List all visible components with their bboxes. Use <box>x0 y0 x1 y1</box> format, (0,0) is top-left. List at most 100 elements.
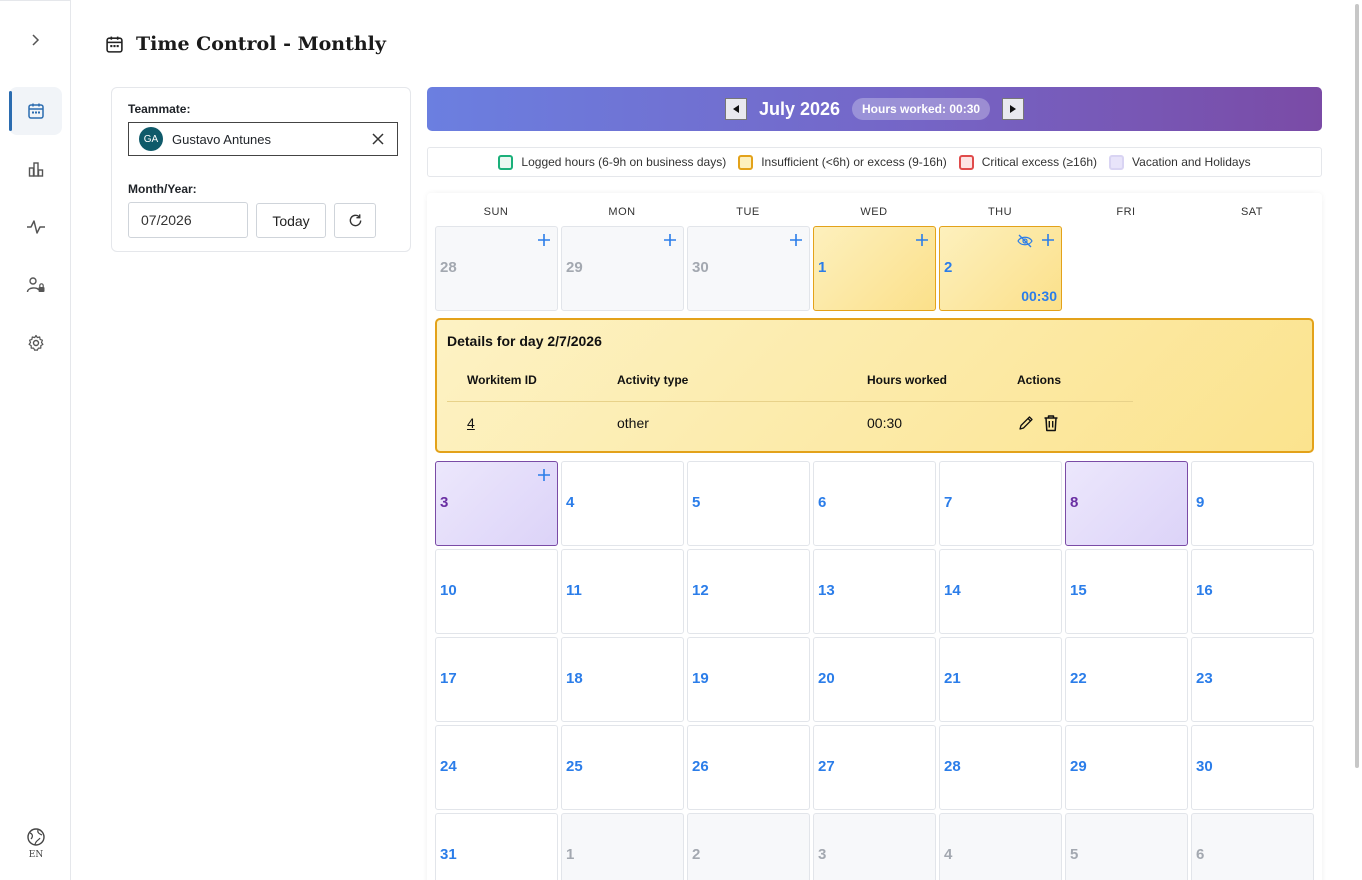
day-cell[interactable]: 9 <box>1191 461 1314 546</box>
close-icon[interactable] <box>371 132 385 146</box>
day-number: 15 <box>1070 582 1087 599</box>
refresh-button[interactable] <box>334 203 376 238</box>
day-cell[interactable]: 12 <box>687 549 810 634</box>
day-cell[interactable]: 23 <box>1191 637 1314 722</box>
month-year-input[interactable] <box>128 202 248 238</box>
day-cell[interactable]: 22 <box>1065 637 1188 722</box>
day-cell[interactable]: 28 <box>939 725 1062 810</box>
page-scrollbar[interactable] <box>1355 4 1359 768</box>
today-button[interactable]: Today <box>256 203 326 238</box>
plus-icon[interactable] <box>537 468 551 482</box>
legend-swatch <box>1109 154 1125 170</box>
day-number: 6 <box>818 494 827 511</box>
next-month-button[interactable] <box>1002 98 1025 120</box>
day-number: 5 <box>692 494 701 511</box>
plus-icon[interactable] <box>663 233 677 247</box>
day-cell[interactable]: 25 <box>561 725 684 810</box>
legend-item: Vacation and Holidays <box>1109 154 1251 170</box>
pencil-icon <box>1019 416 1033 430</box>
calendar-header: July 2026 Hours worked: 00:30 <box>427 87 1322 131</box>
day-cell[interactable]: 6 <box>1191 813 1314 880</box>
app-root: EN Time Control - Monthly Teammate: GA G… <box>0 0 1362 880</box>
day-cell[interactable]: 15 <box>1065 549 1188 634</box>
day-cell[interactable]: 30 <box>1191 725 1314 810</box>
day-cell[interactable]: 26 <box>687 725 810 810</box>
sidebar-toggle-button[interactable] <box>24 29 46 51</box>
sidebar-item-calendar[interactable] <box>9 87 62 135</box>
day-cell[interactable]: 31 <box>435 813 558 880</box>
day-cell[interactable]: 27 <box>813 725 936 810</box>
day-number: 4 <box>566 494 575 511</box>
day-cell[interactable]: 24 <box>435 725 558 810</box>
day-cell[interactable]: 20 <box>813 637 936 722</box>
day-number: 18 <box>566 670 583 687</box>
day-number: 27 <box>818 758 835 775</box>
page-title: Time Control - Monthly <box>136 33 386 55</box>
sidebar-item-activity[interactable] <box>9 203 62 251</box>
day-cell[interactable]: 30 <box>687 226 810 311</box>
day-number: 28 <box>944 758 961 775</box>
plus-icon[interactable] <box>1041 233 1055 247</box>
column-header-hours: Hours worked <box>867 373 948 387</box>
hours-worked-cell: 00:30 <box>867 415 903 431</box>
delete-button[interactable] <box>1042 413 1060 433</box>
workitem-link[interactable]: 4 <box>467 415 475 431</box>
day-cell[interactable]: 7 <box>939 461 1062 546</box>
sidebar-item-users[interactable] <box>9 261 62 309</box>
language-switcher[interactable]: EN <box>23 827 49 860</box>
sidebar-item-settings[interactable] <box>9 319 62 367</box>
day-number: 3 <box>818 846 827 863</box>
day-number: 17 <box>440 670 457 687</box>
teammate-select[interactable]: GA Gustavo Antunes <box>128 122 398 156</box>
day-number: 10 <box>440 582 457 599</box>
day-cell[interactable]: 28 <box>435 226 558 311</box>
day-cell[interactable]: 4 <box>561 461 684 546</box>
bar-chart-icon <box>28 162 43 177</box>
day-cell[interactable]: 5 <box>1065 813 1188 880</box>
day-cell[interactable]: 1 <box>561 813 684 880</box>
eye-off-icon[interactable] <box>1017 233 1033 249</box>
weekday-header: SAT <box>1240 206 1264 218</box>
day-number: 11 <box>566 582 582 599</box>
day-number: 6 <box>1196 846 1205 863</box>
day-cell[interactable]: 11 <box>561 549 684 634</box>
day-number: 2 <box>692 846 701 863</box>
triangle-left-icon <box>732 105 739 113</box>
day-cell[interactable]: 14 <box>939 549 1062 634</box>
legend-item: Logged hours (6-9h on business days) <box>498 154 726 170</box>
previous-month-button[interactable] <box>724 98 747 120</box>
day-number: 30 <box>1196 758 1213 775</box>
day-number: 31 <box>440 846 457 863</box>
day-cell[interactable]: 6 <box>813 461 936 546</box>
day-cell[interactable]: 3 <box>813 813 936 880</box>
day-cell[interactable]: 29 <box>1065 725 1188 810</box>
day-number: 23 <box>1196 670 1213 687</box>
legend-label: Critical excess (≥16h) <box>981 155 1098 169</box>
plus-icon[interactable] <box>537 233 551 247</box>
day-cell[interactable]: 4 <box>939 813 1062 880</box>
sidebar-item-charts[interactable] <box>9 145 62 193</box>
day-cell[interactable]: 13 <box>813 549 936 634</box>
edit-button[interactable] <box>1017 413 1035 433</box>
day-cell[interactable]: 19 <box>687 637 810 722</box>
plus-icon[interactable] <box>789 233 803 247</box>
day-cell[interactable]: 8 <box>1065 461 1188 546</box>
day-cell[interactable]: 21 <box>939 637 1062 722</box>
day-cell[interactable]: 29 <box>561 226 684 311</box>
day-cell[interactable]: 2 <box>687 813 810 880</box>
day-cell[interactable]: 18 <box>561 637 684 722</box>
day-cell[interactable]: 10 <box>435 549 558 634</box>
day-cell[interactable]: 16 <box>1191 549 1314 634</box>
activity-icon <box>26 220 45 234</box>
gear-icon <box>28 334 43 351</box>
plus-icon[interactable] <box>915 233 929 247</box>
day-cell[interactable]: 1 <box>813 226 936 311</box>
day-number: 19 <box>692 670 709 687</box>
day-cell[interactable]: 2 00:30 <box>939 226 1062 311</box>
hours-worked-badge: Hours worked: 00:30 <box>852 98 991 120</box>
day-cell[interactable]: 5 <box>687 461 810 546</box>
day-cell[interactable]: 17 <box>435 637 558 722</box>
day-hours: 00:30 <box>1021 288 1057 304</box>
weekday-header: WED <box>860 206 888 218</box>
day-cell[interactable]: 3 <box>435 461 558 546</box>
